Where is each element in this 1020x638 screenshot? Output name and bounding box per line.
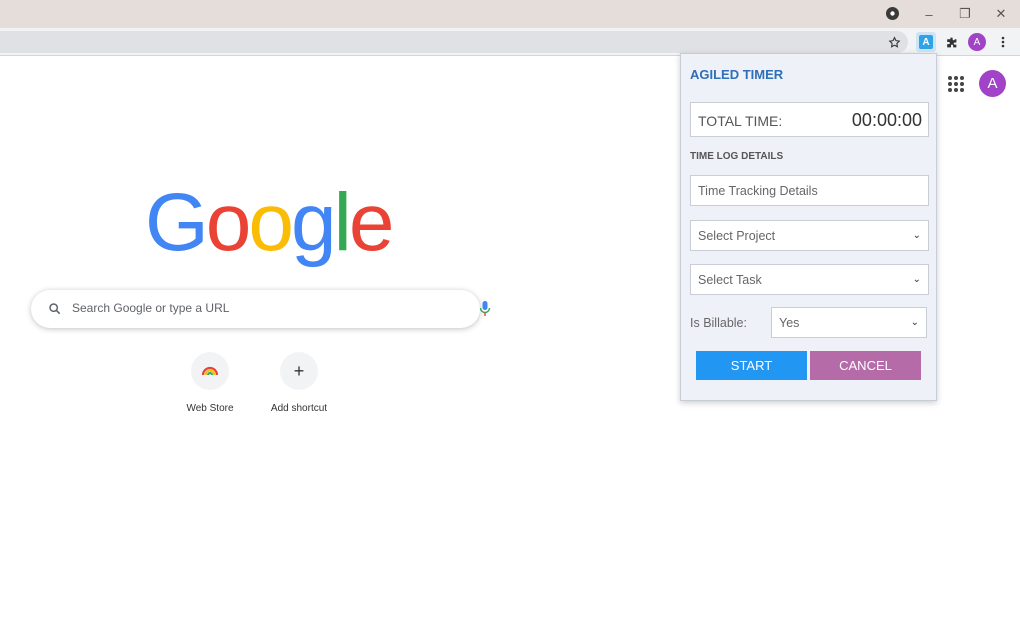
bookmark-star-icon[interactable] [885,33,903,51]
shortcut-web-store[interactable]: Web Store [165,352,255,414]
incognito-icon[interactable] [886,7,899,20]
extensions-puzzle-icon[interactable] [942,33,960,51]
billable-select-value: Yes [779,315,800,330]
billable-label: Is Billable: [690,316,747,330]
title-bar: – ❐ ✕ [0,0,1020,28]
task-select[interactable]: Select Task ⌄ [690,264,929,295]
address-bar[interactable] [0,31,908,53]
close-button[interactable]: ✕ [983,0,1019,28]
logo-letter: o [248,177,294,268]
time-log-section-label: TIME LOG DETAILS [690,151,784,162]
minimize-button[interactable]: – [911,0,947,28]
plus-icon: + [280,352,318,390]
chevron-down-icon: ⌄ [912,274,921,285]
logo-letter: e [348,177,395,268]
browser-toolbar: A A [0,28,1020,56]
web-store-rainbow-icon [191,352,229,390]
total-time-label: TOTAL TIME: [698,113,783,129]
start-button[interactable]: START [696,351,807,380]
project-select[interactable]: Select Project ⌄ [690,220,929,251]
shortcut-label: Add shortcut [270,403,328,414]
agiled-extension-button[interactable]: A [916,32,936,52]
profile-avatar[interactable]: A [968,33,986,51]
logo-letter: o [205,177,252,268]
restore-button[interactable]: ❐ [947,0,983,28]
agiled-logo-icon: A [919,35,933,49]
search-box[interactable]: Search Google or type a URL [31,290,491,328]
search-icon [49,303,61,315]
time-tracking-details-input[interactable]: Time Tracking Details [690,175,929,206]
microphone-icon[interactable] [478,300,492,318]
logo-letter: l [333,177,352,268]
task-select-value: Select Task [698,272,762,287]
chevron-down-icon: ⌄ [910,317,919,328]
cancel-button[interactable]: CANCEL [810,351,921,380]
apps-grid-icon[interactable] [944,72,966,94]
total-time-value: 00:00:00 [851,110,922,130]
chevron-down-icon: ⌄ [912,230,921,241]
details-placeholder: Time Tracking Details [698,183,818,198]
ntp-account-avatar[interactable]: A [979,70,1006,97]
popup-title: AGILED TIMER [690,67,784,82]
shortcut-add[interactable]: + Add shortcut [254,352,344,414]
shortcut-label: Web Store [186,403,234,414]
google-logo: Google [145,177,395,268]
billable-select[interactable]: Yes ⌄ [771,307,927,338]
project-select-value: Select Project [698,228,776,243]
logo-letter: G [145,177,209,268]
kebab-menu-icon[interactable] [994,33,1012,51]
total-time-box: TOTAL TIME: 00:00:00 [690,102,929,137]
agiled-timer-popup: AGILED TIMER TOTAL TIME: 00:00:00 TIME L… [680,53,937,401]
logo-letter: g [291,177,337,268]
search-input[interactable]: Search Google or type a URL [72,301,229,315]
